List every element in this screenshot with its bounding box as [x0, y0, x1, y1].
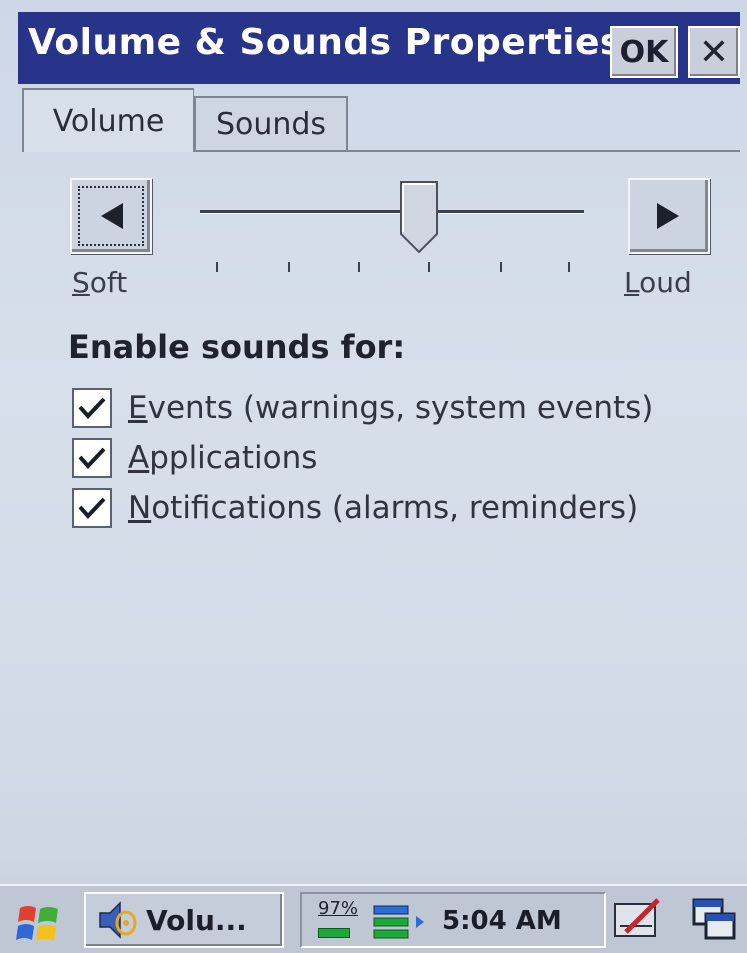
clock[interactable]: 5:04 AM — [442, 906, 562, 936]
enable-sounds-heading: Enable sounds for: — [68, 328, 406, 366]
system-tray: 97% 5:04 AM — [300, 892, 606, 948]
battery-level-bar — [318, 928, 350, 938]
connection-status-icon[interactable] — [372, 904, 438, 940]
windows-start-icon[interactable] — [14, 902, 66, 946]
slider-tick — [288, 262, 290, 272]
applications-label-key: A — [128, 440, 150, 476]
volume-decrease-button[interactable] — [70, 178, 152, 254]
events-label: Events (warnings, system events) — [128, 390, 653, 426]
applications-label-rest: pplications — [149, 440, 318, 476]
arrow-left-icon — [101, 203, 123, 229]
volume-increase-button[interactable] — [628, 178, 710, 254]
volume-slider-track[interactable] — [200, 210, 584, 214]
window-title: Volume & Sounds Properties — [28, 22, 622, 63]
events-checkbox-row[interactable]: Events (warnings, system events) — [72, 386, 653, 430]
loud-label-key: L — [624, 266, 640, 299]
volume-app-icon — [99, 901, 137, 939]
notifications-checkbox[interactable] — [72, 488, 112, 528]
events-checkbox[interactable] — [72, 388, 112, 428]
notifications-label-key: N — [128, 490, 152, 526]
applications-checkbox-row[interactable]: Applications — [72, 436, 317, 480]
close-button[interactable]: ✕ — [688, 26, 740, 78]
title-bar: Volume & Sounds Properties OK ✕ — [18, 12, 740, 84]
tab-sounds[interactable]: Sounds — [194, 96, 348, 152]
checkmark-icon — [78, 397, 106, 419]
events-label-rest: vents (warnings, system events) — [147, 390, 654, 426]
notifications-label: Notifications (alarms, reminders) — [128, 490, 638, 526]
events-label-key: E — [128, 390, 148, 426]
slider-tick — [216, 262, 218, 272]
taskbar-volume-app-label: Volu... — [146, 903, 247, 937]
window-switcher-icon[interactable] — [690, 896, 738, 944]
soft-label-key: S — [72, 266, 90, 299]
screen: Volume & Sounds Properties OK ✕ Volume S… — [0, 0, 747, 953]
taskbar-volume-app-button[interactable]: Volu... — [84, 892, 284, 948]
ok-button[interactable]: OK — [610, 26, 678, 78]
battery-percent: 97% — [318, 898, 359, 919]
slider-tick — [568, 262, 570, 272]
tab-volume[interactable]: Volume — [22, 88, 194, 152]
soft-label: Soft — [72, 266, 127, 299]
slider-tick — [500, 262, 502, 272]
applications-checkbox[interactable] — [72, 438, 112, 478]
loud-label: Loud — [624, 266, 692, 299]
loud-label-rest: oud — [639, 266, 692, 299]
taskbar: Volu... 97% 5:04 AM — [0, 884, 747, 953]
notifications-label-rest: otifications (alarms, reminders) — [151, 490, 639, 526]
checkmark-icon — [78, 447, 106, 469]
slider-tick — [358, 262, 360, 272]
soft-label-rest: oft — [89, 266, 128, 299]
notifications-checkbox-row[interactable]: Notifications (alarms, reminders) — [72, 486, 638, 530]
applications-label: Applications — [128, 440, 317, 476]
checkmark-icon — [78, 497, 106, 519]
arrow-right-icon — [657, 203, 679, 229]
input-panel-icon[interactable] — [612, 896, 664, 944]
volume-slider-thumb[interactable] — [399, 180, 439, 254]
slider-tick — [428, 262, 430, 272]
